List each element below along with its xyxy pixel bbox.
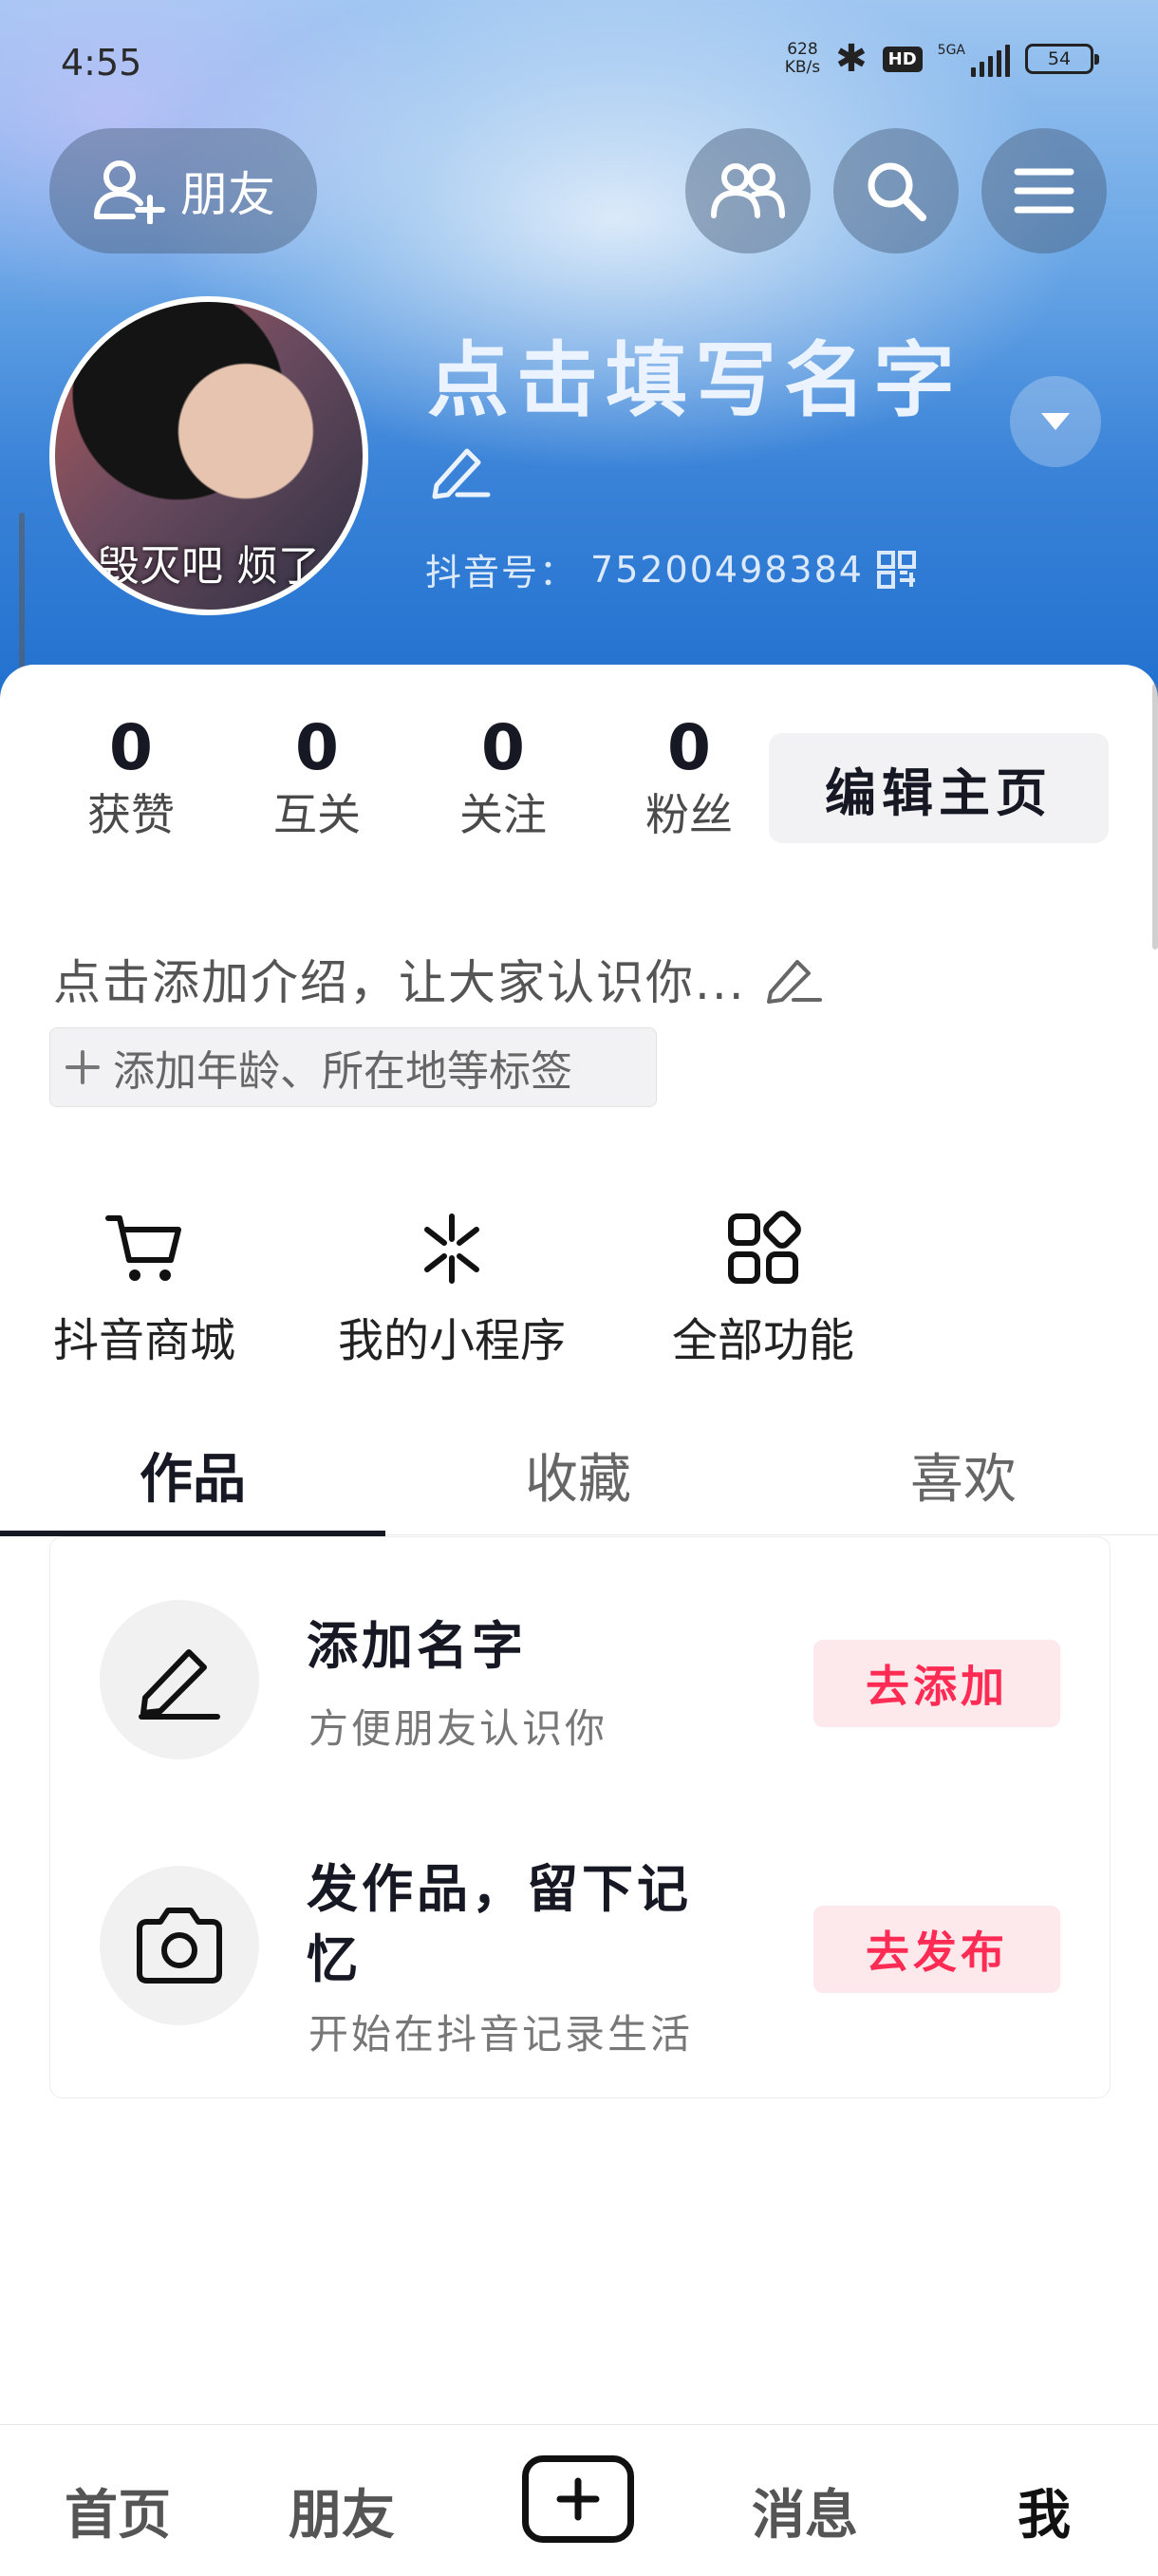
onboarding-card: 添加名字 方便朋友认识你 去添加 发作品，留下记忆 开始在抖音记录生活 去发布 bbox=[49, 1536, 1111, 2098]
camera-icon bbox=[137, 1908, 222, 1984]
signal-icon: 5GA bbox=[938, 41, 1010, 77]
shortcut-label: 抖音商城 bbox=[53, 1314, 236, 1367]
menu-icon bbox=[1014, 168, 1074, 214]
shortcut-all-functions[interactable]: 全部功能 bbox=[672, 1206, 854, 1369]
shortcut-label: 我的小程序 bbox=[338, 1314, 567, 1367]
bottom-nav: 首页 朋友 消息 我 bbox=[0, 2424, 1158, 2576]
bio-placeholder: 点击添加介绍，让大家认识你... bbox=[53, 955, 746, 1010]
plus-icon bbox=[65, 1050, 100, 1084]
status-icons: 628 KB/s ✱ HD 5GA 54 bbox=[785, 37, 1099, 81]
task-add-name: 添加名字 方便朋友认识你 去添加 bbox=[50, 1537, 1110, 1813]
shortcut-label: 全部功能 bbox=[672, 1314, 855, 1367]
douyin-id-value: 75200498384 bbox=[590, 548, 864, 591]
cart-icon bbox=[105, 1215, 181, 1281]
avatar-caption: 毁灭吧 烦了 bbox=[98, 542, 320, 591]
task-subtitle: 开始在抖音记录生活 bbox=[308, 2011, 694, 2058]
task-publish: 发作品，留下记忆 开始在抖音记录生活 去发布 bbox=[50, 1813, 1110, 2088]
profile-name[interactable]: 点击填写名字 bbox=[427, 313, 962, 432]
profile-header: 4:55 628 KB/s ✱ HD 5GA 54 朋友 毁灭吧 烦了 点击填写… bbox=[0, 0, 1158, 722]
net-speed-value: 628 bbox=[787, 40, 818, 59]
people-icon bbox=[711, 163, 785, 218]
stat-fans[interactable]: 0 粉丝 bbox=[596, 710, 782, 843]
task-title: 发作品，留下记忆 bbox=[307, 1859, 692, 1989]
douyin-id-label: 抖音号： bbox=[425, 552, 578, 593]
status-bar: 4:55 628 KB/s ✱ HD 5GA 54 bbox=[0, 0, 1158, 133]
stat-value: 0 bbox=[295, 711, 339, 784]
shortcut-mini-programs[interactable]: 我的小程序 bbox=[338, 1206, 566, 1369]
search-icon bbox=[868, 162, 926, 221]
nav-home[interactable]: 首页 bbox=[65, 2473, 171, 2549]
tab-favorites[interactable]: 收藏 bbox=[385, 1415, 771, 1534]
stat-label: 获赞 bbox=[87, 789, 175, 840]
stat-label: 粉丝 bbox=[645, 789, 733, 840]
nav-messages[interactable]: 消息 bbox=[752, 2473, 858, 2549]
status-time: 4:55 bbox=[61, 42, 142, 84]
task-title: 添加名字 bbox=[307, 1616, 527, 1676]
stat-mutual[interactable]: 0 互关 bbox=[224, 710, 410, 843]
nav-me[interactable]: 我 bbox=[1018, 2473, 1071, 2549]
battery-level: 54 bbox=[1047, 48, 1072, 69]
stat-likes[interactable]: 0 获赞 bbox=[38, 710, 224, 843]
bio[interactable]: 点击添加介绍，让大家认识你... bbox=[53, 945, 826, 1013]
add-tags-label: 添加年龄、所在地等标签 bbox=[113, 1047, 572, 1096]
add-user-icon bbox=[94, 160, 165, 224]
pencil-icon bbox=[432, 448, 491, 499]
nav-friends[interactable]: 朋友 bbox=[289, 2473, 395, 2549]
pencil-icon bbox=[766, 960, 822, 1004]
net-speed-unit: KB/s bbox=[784, 58, 821, 77]
account-switch-button[interactable] bbox=[1010, 376, 1101, 467]
hd-badge: HD bbox=[882, 46, 923, 72]
qr-code-icon bbox=[876, 550, 916, 589]
add-friend-label: 朋友 bbox=[180, 167, 275, 222]
bluetooth-icon: ✱ bbox=[835, 37, 868, 81]
add-name-button[interactable]: 去添加 bbox=[813, 1640, 1060, 1727]
avatar[interactable]: 毁灭吧 烦了 bbox=[49, 296, 368, 615]
stat-value: 0 bbox=[481, 711, 525, 784]
task-icon-circle bbox=[100, 1866, 259, 2025]
tab-likes[interactable]: 喜欢 bbox=[771, 1415, 1156, 1534]
create-button[interactable] bbox=[522, 2455, 634, 2543]
network-type: 5GA bbox=[937, 43, 965, 58]
scrollbar[interactable] bbox=[1152, 684, 1158, 950]
douyin-id[interactable]: 抖音号： 75200498384 bbox=[425, 543, 917, 595]
battery-icon: 54 bbox=[1025, 44, 1099, 74]
tab-works[interactable]: 作品 bbox=[0, 1415, 385, 1536]
stat-label: 关注 bbox=[459, 789, 547, 840]
stats-row: 0 获赞 0 互关 0 关注 0 粉丝 bbox=[38, 710, 782, 843]
plus-icon bbox=[556, 2477, 600, 2521]
all-functions-icon bbox=[728, 1211, 801, 1284]
triangle-down-icon bbox=[1041, 413, 1070, 430]
stat-value: 0 bbox=[109, 711, 153, 784]
followers-button[interactable] bbox=[685, 128, 811, 254]
net-speed: 628 KB/s bbox=[785, 41, 820, 77]
search-button[interactable] bbox=[833, 128, 959, 254]
task-subtitle: 方便朋友认识你 bbox=[308, 1705, 608, 1752]
mini-program-icon bbox=[424, 1213, 479, 1284]
stat-value: 0 bbox=[667, 711, 711, 784]
publish-button[interactable]: 去发布 bbox=[813, 1906, 1060, 1993]
menu-button[interactable] bbox=[981, 128, 1107, 254]
add-friend-button[interactable]: 朋友 bbox=[49, 128, 317, 254]
content-tabs: 作品 收藏 喜欢 bbox=[0, 1415, 1158, 1536]
stat-following[interactable]: 0 关注 bbox=[410, 710, 596, 843]
stat-label: 互关 bbox=[273, 789, 361, 840]
edit-profile-button[interactable]: 编辑主页 bbox=[769, 733, 1109, 843]
add-tags-button[interactable]: 添加年龄、所在地等标签 bbox=[49, 1027, 657, 1107]
edit-name-button[interactable] bbox=[429, 442, 495, 504]
shortcut-shop[interactable]: 抖音商城 bbox=[53, 1206, 235, 1369]
task-icon-circle bbox=[100, 1600, 259, 1759]
pencil-icon bbox=[139, 1649, 220, 1720]
